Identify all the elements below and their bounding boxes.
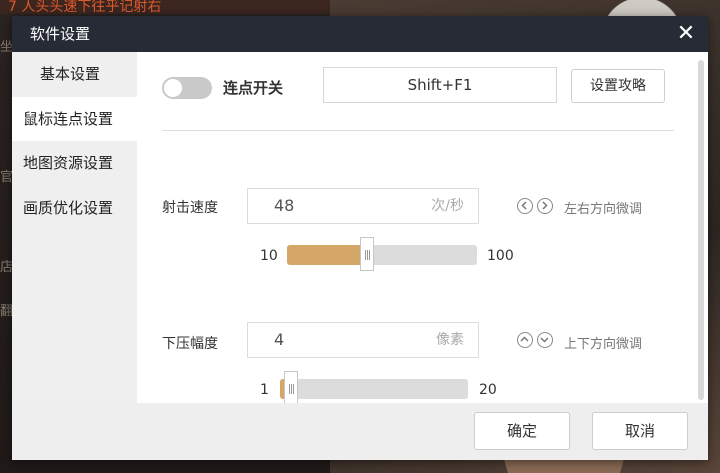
pressure-min: 1 bbox=[260, 382, 269, 398]
sidebar-item-basic[interactable]: 基本设置 bbox=[12, 52, 137, 96]
speed-hint: 左右方向微调 bbox=[564, 202, 643, 217]
background-title-strip: 7 人头头速下往乎记射右 bbox=[0, 0, 330, 14]
speed-label: 射击速度 bbox=[162, 200, 218, 216]
speed-min: 10 bbox=[260, 248, 278, 264]
chevron-left-icon[interactable] bbox=[517, 198, 533, 214]
pressure-max: 20 bbox=[479, 382, 497, 398]
hotkey-input[interactable]: Shift+F1 bbox=[323, 67, 557, 103]
close-icon[interactable]: ✕ bbox=[672, 20, 700, 48]
toggle-knob bbox=[164, 79, 182, 97]
sidebar-item-label: 画质优化设置 bbox=[23, 199, 114, 217]
settings-content: 连点开关 Shift+F1 设置攻略 射击速度 48 次/秒 左右方向微调 10… bbox=[137, 52, 708, 405]
sidebar-item-label: 地图资源设置 bbox=[23, 154, 114, 172]
speed-slider-handle[interactable] bbox=[360, 237, 374, 271]
cancel-button[interactable]: 取消 bbox=[592, 412, 688, 450]
speed-slider[interactable] bbox=[287, 237, 477, 271]
pressure-slider[interactable] bbox=[280, 371, 468, 405]
speed-value: 48 bbox=[274, 196, 295, 215]
dialog-titlebar: 软件设置 ✕ bbox=[12, 16, 708, 52]
scrollbar[interactable] bbox=[698, 60, 704, 400]
chevron-up-icon[interactable] bbox=[517, 332, 533, 348]
speed-max: 100 bbox=[487, 248, 514, 264]
speed-unit: 次/秒 bbox=[431, 198, 464, 214]
toggle-label: 连点开关 bbox=[223, 79, 284, 97]
dialog-title: 软件设置 bbox=[30, 25, 91, 43]
chevron-right-icon[interactable] bbox=[537, 198, 553, 214]
settings-sidebar: 基本设置 鼠标连点设置 地图资源设置 画质优化设置 bbox=[12, 52, 137, 403]
pressure-unit: 像素 bbox=[436, 332, 464, 348]
settings-dialog: 软件设置 ✕ 基本设置 鼠标连点设置 地图资源设置 画质优化设置 连点开关 Sh… bbox=[12, 16, 708, 460]
sidebar-item-mouse-click[interactable]: 鼠标连点设置 bbox=[12, 97, 137, 141]
pressure-input[interactable]: 4 像素 bbox=[247, 322, 479, 358]
auto-click-toggle[interactable] bbox=[162, 77, 212, 99]
pressure-hint: 上下方向微调 bbox=[564, 337, 643, 352]
pressure-value: 4 bbox=[274, 330, 285, 349]
sidebar-item-label: 基本设置 bbox=[40, 65, 101, 83]
sidebar-item-map-resources[interactable]: 地图资源设置 bbox=[12, 141, 137, 185]
guide-button[interactable]: 设置攻略 bbox=[571, 69, 665, 103]
speed-input[interactable]: 48 次/秒 bbox=[247, 188, 479, 224]
sidebar-item-label: 鼠标连点设置 bbox=[23, 110, 114, 128]
sidebar-item-graphics[interactable]: 画质优化设置 bbox=[12, 186, 137, 230]
pressure-label: 下压幅度 bbox=[162, 336, 218, 352]
ok-button[interactable]: 确定 bbox=[474, 412, 570, 450]
pressure-slider-handle[interactable] bbox=[284, 371, 298, 405]
dialog-footer: 确定 取消 bbox=[12, 403, 708, 460]
divider bbox=[162, 130, 674, 131]
chevron-down-icon[interactable] bbox=[537, 332, 553, 348]
speed-slider-fill bbox=[287, 245, 367, 265]
